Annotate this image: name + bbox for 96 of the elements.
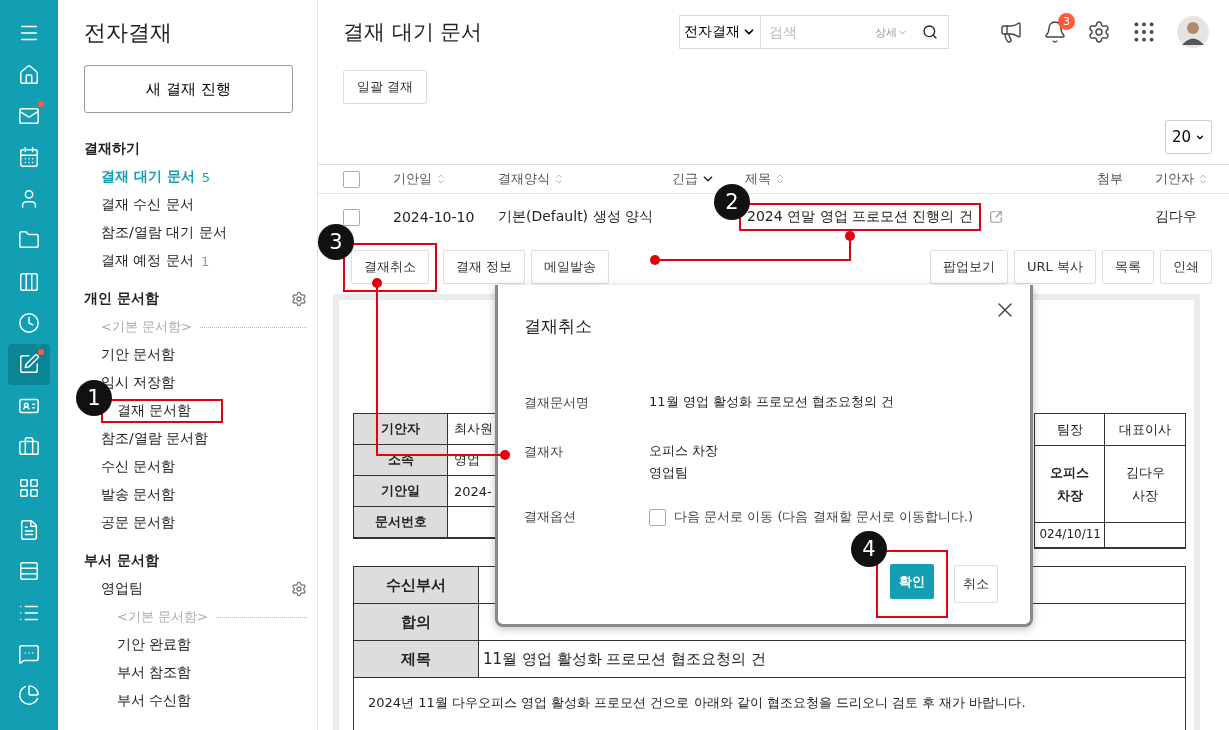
row-label: 수신부서 <box>354 567 479 604</box>
info-label: 기안자 <box>354 414 448 445</box>
sort-icon[interactable] <box>774 173 786 185</box>
sidebar-item[interactable]: 결재 문서함 <box>117 402 192 420</box>
chat-icon <box>18 643 40 666</box>
section-title: 결재하기 <box>84 140 140 158</box>
sign-date: 024/10/11 <box>1039 526 1101 544</box>
info-value: 2024- <box>454 483 492 499</box>
action-button[interactable]: 결재 정보 <box>443 250 526 284</box>
settings-icon[interactable] <box>291 581 307 597</box>
field-value: 영업팀 <box>649 464 689 482</box>
folder-link[interactable]: 영업팀 <box>101 580 143 598</box>
checkbox[interactable] <box>343 170 360 188</box>
action-button[interactable]: 메일발송 <box>531 250 610 284</box>
dialog-title: 결재취소 <box>524 315 593 338</box>
calendar-icon <box>18 146 40 169</box>
signer-text: 김다우 <box>1125 463 1165 482</box>
new-approval-button[interactable]: 새 결재 진행 <box>84 65 293 113</box>
section-title: 부서 문서함 <box>84 552 159 570</box>
settings-icon[interactable] <box>1087 20 1111 44</box>
popup-icon[interactable] <box>988 210 1003 224</box>
document-icon <box>18 518 40 541</box>
action-button[interactable]: URL 복사 <box>1014 250 1096 284</box>
rows-icon <box>18 560 40 583</box>
bulk-approve-button[interactable]: 일괄 결재 <box>343 70 428 104</box>
row-label: 제목 <box>354 641 479 678</box>
document-body: 2024년 11월 다우오피스 영업 활성화 프로모션 건으로 아래와 같이 협조요청을 드리오니 검토 후 재가 바랍니다. <box>367 694 1027 712</box>
column-header[interactable]: 기안일 <box>393 170 432 188</box>
page-size-select[interactable]: 20 <box>1165 120 1212 154</box>
sort-icon[interactable] <box>1197 173 1209 185</box>
table-cell-text: 김다우 <box>1155 208 1198 226</box>
approver-role: 대표이사 <box>1119 420 1171 439</box>
column-header[interactable]: 긴급 <box>672 170 698 188</box>
field-label: 결재옵션 <box>524 508 577 526</box>
table-cell-text: 기본(Default) 생성 양식 <box>498 208 654 226</box>
action-button[interactable]: 결재취소 <box>351 249 429 284</box>
info-label: 문서번호 <box>354 507 448 538</box>
sidebar-item[interactable]: 부서 참조함 <box>117 664 192 682</box>
signer-text: 사장 <box>1132 487 1158 505</box>
sidebar-item[interactable]: 공문 문서함 <box>101 514 176 532</box>
row-label: 합의 <box>354 604 479 641</box>
group-label: <기본 문서함> <box>101 318 192 336</box>
section-title: 개인 문서함 <box>84 290 159 308</box>
column-header[interactable]: 기안자 <box>1155 170 1194 188</box>
action-button[interactable]: 인쇄 <box>1160 250 1212 284</box>
sidebar-item[interactable]: 참조/열람 문서함 <box>101 430 209 448</box>
search-field[interactable]: 전자결재 검색 상세 <box>679 15 949 49</box>
step-badge: 3 <box>318 223 354 260</box>
clock-icon <box>18 311 40 334</box>
sidebar-item[interactable]: 수신 문서함 <box>101 458 176 476</box>
megaphone-icon[interactable] <box>999 20 1023 44</box>
approver-role: 팀장 <box>1056 420 1083 439</box>
settings-icon[interactable] <box>291 291 307 307</box>
sidebar-item[interactable]: 기안 완료함 <box>117 636 192 654</box>
row-value: 11월 영업 활성화 프로모션 협조요청의 건 <box>483 649 766 669</box>
field-value: 11월 영업 활성화 프로모션 협조요청의 건 <box>649 393 896 411</box>
grid-icon <box>18 477 40 500</box>
table-cell-text: 2024-10-10 <box>393 209 476 225</box>
sidebar-title: 전자결재 <box>84 19 173 47</box>
columns-icon <box>18 270 40 293</box>
action-button[interactable]: 목록 <box>1102 250 1154 284</box>
column-header[interactable]: 결재양식 <box>498 170 550 188</box>
cancel-button[interactable]: 취소 <box>954 565 998 603</box>
document-link[interactable]: 2024 연말 영업 프로모션 진행의 건 <box>747 208 973 226</box>
step-badge: 4 <box>851 531 887 567</box>
home-icon <box>18 63 40 86</box>
sidebar-item[interactable]: 발송 문서함 <box>101 486 176 504</box>
sort-icon[interactable] <box>553 173 565 185</box>
pie-chart-icon <box>18 684 40 707</box>
sidebar-item[interactable]: 참조/열람 대기 문서 <box>101 224 227 242</box>
item-count: 5 <box>201 169 211 185</box>
checkbox-label[interactable]: 다음 문서로 이동 (다음 결재할 문서로 이동합니다.) <box>674 508 974 526</box>
search-icon[interactable] <box>922 24 938 40</box>
notification-badge: 3 <box>1058 13 1075 30</box>
sort-icon[interactable] <box>435 173 447 185</box>
sidebar-item[interactable]: 부서 수신함 <box>117 692 192 710</box>
field-label: 결재자 <box>524 443 564 461</box>
item-count: 1 <box>200 253 210 269</box>
field-label: 결재문서명 <box>524 394 590 412</box>
column-header[interactable]: 첨부 <box>1097 170 1123 188</box>
pen-square-icon <box>18 353 40 376</box>
field-value: 오피스 차장 <box>649 442 720 460</box>
sidebar-item[interactable]: 기안 문서함 <box>101 346 176 364</box>
signer-text: 오피스 <box>1050 463 1089 482</box>
signer-text: 차장 <box>1056 487 1083 505</box>
info-value: 최사원 <box>454 420 493 438</box>
sidebar-item[interactable]: 결재 수신 문서 <box>101 196 194 214</box>
action-button[interactable]: 팝업보기 <box>930 250 1009 284</box>
checkbox[interactable] <box>649 508 666 526</box>
checkbox[interactable] <box>343 208 360 226</box>
avatar-icon[interactable] <box>1177 16 1209 48</box>
page-title: 결재 대기 문서 <box>343 19 484 46</box>
group-label: <기본 문서함> <box>117 608 208 626</box>
info-label: 기안일 <box>354 476 448 507</box>
sidebar-item[interactable]: 결재 예정 문서 <box>101 252 194 270</box>
pen-square-button[interactable] <box>8 344 50 385</box>
